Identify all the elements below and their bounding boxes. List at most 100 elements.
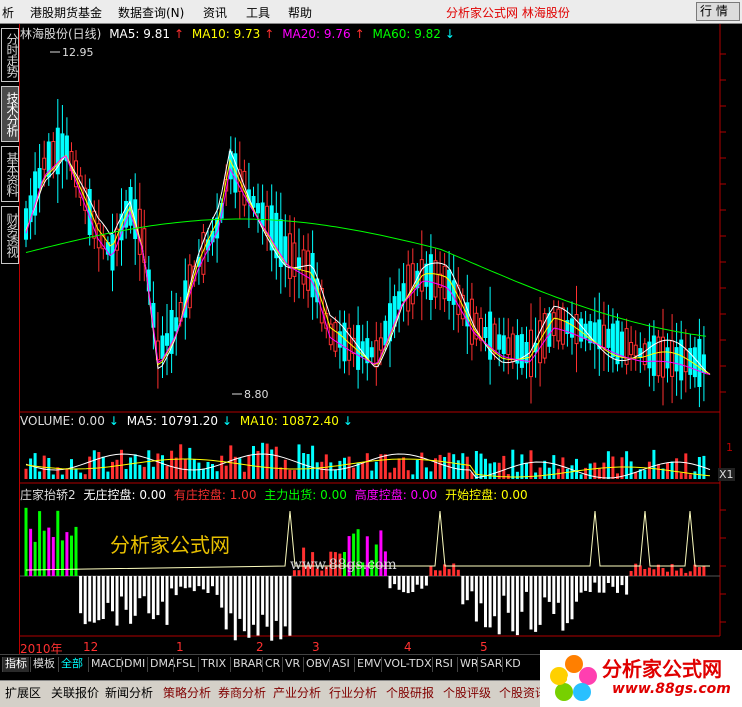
volume-bar [83, 474, 87, 479]
candle-body [378, 337, 383, 351]
site-logo: 分析家公式网 www.88gs.com [540, 650, 742, 707]
menu-item-analysis[interactable]: 析 [2, 4, 14, 21]
button-extension-area[interactable]: 扩展区 [2, 684, 44, 704]
menu-item-help[interactable]: 帮助 [288, 4, 312, 21]
volume-bar [111, 461, 114, 479]
tab-vr[interactable]: VR [282, 657, 302, 672]
tab-trix[interactable]: TRIX [198, 657, 228, 672]
indicator-bar [88, 576, 92, 622]
volume-bar [511, 449, 515, 479]
candle-body [601, 324, 606, 349]
menu-item-hk-futures-funds[interactable]: 港股期货基金 [30, 4, 102, 21]
tab-fundamentals[interactable]: 基本资料 [1, 146, 19, 202]
tab-sar[interactable]: SAR [477, 657, 504, 672]
stock-name-label: 林海股份(日线) [20, 27, 102, 41]
tab-intraday[interactable]: 分时走势 [1, 28, 19, 82]
button-related-quotes[interactable]: 关联报价 [48, 684, 102, 704]
volume-bar [520, 454, 524, 479]
tab-emv[interactable]: EMV [354, 657, 383, 672]
indicator-bar [38, 511, 42, 576]
button-industry-chain-analysis[interactable]: 产业分析 [270, 684, 324, 704]
indicator-bar [229, 576, 233, 614]
volume-bar [38, 471, 42, 479]
button-stock-research[interactable]: 个股研报 [383, 684, 437, 704]
tab-financials[interactable]: 财务透视 [1, 206, 19, 264]
volume-bar [670, 461, 674, 479]
volume-bar [429, 471, 433, 479]
indicator-bar [570, 576, 574, 620]
button-sector-analysis[interactable]: 行业分析 [326, 684, 380, 704]
indicator-bar [233, 576, 237, 641]
indicator-bar [151, 576, 155, 620]
indicator-bar [556, 576, 560, 603]
tab-obv[interactable]: OBV [303, 657, 331, 672]
volume-bar [179, 444, 183, 479]
candle-body [92, 210, 97, 239]
indicator-bar [502, 576, 506, 596]
window-brand-title: 分析家公式网 林海股份 [446, 6, 570, 20]
tab-fsl[interactable]: FSL [173, 657, 197, 672]
volume-bar [188, 447, 192, 479]
volume-bar [283, 459, 287, 479]
indicator-bar [197, 576, 201, 587]
candle-body [665, 347, 670, 369]
button-broker-analysis[interactable]: 券商分析 [215, 684, 269, 704]
tab-all[interactable]: 全部 [58, 657, 85, 672]
volume-bar [124, 469, 128, 479]
volume-bar [675, 458, 679, 479]
tab-kd[interactable]: KD [502, 657, 523, 672]
volume-bar [142, 466, 146, 479]
indicator-bar [474, 576, 478, 622]
indicator-bar [434, 570, 437, 576]
candle-body [42, 157, 47, 170]
volume-bar [561, 457, 565, 479]
volume-bar [402, 457, 406, 479]
candle-body [547, 313, 552, 347]
button-strategy-analysis[interactable]: 策略分析 [160, 684, 214, 704]
candle-body [606, 328, 611, 348]
indicator-bar [697, 567, 701, 576]
candle-body [624, 328, 629, 365]
volume-bar [447, 452, 451, 479]
quote-window-button[interactable]: 行 情 [696, 2, 740, 21]
tab-asi[interactable]: ASI [329, 657, 352, 672]
indicator-name: 庄家抬轿2 [20, 488, 76, 502]
indicator-bar [465, 576, 469, 601]
volume-bar [329, 462, 333, 479]
tab-brar[interactable]: BRAR [230, 657, 265, 672]
volume-bar [292, 470, 296, 479]
tab-dmi[interactable]: DMI [121, 657, 147, 672]
button-news-analysis[interactable]: 新闻分析 [102, 684, 156, 704]
indicator-bar [165, 576, 169, 625]
tab-vol-tdx[interactable]: VOL-TDX [381, 657, 434, 672]
volume-bar [647, 461, 651, 479]
indicator-bar [438, 570, 442, 576]
candle-body [383, 320, 388, 346]
button-stock-rating[interactable]: 个股评级 [440, 684, 494, 704]
menu-item-data-query[interactable]: 数据查询(N) [118, 4, 184, 21]
menu-item-tools[interactable]: 工具 [246, 4, 270, 21]
indicator-bar [92, 576, 96, 623]
watermark-url: www.88gs.com [290, 557, 397, 573]
volume-bar [151, 466, 155, 479]
menu-item-news[interactable]: 资讯 [203, 4, 227, 21]
ma10-label: MA10: 9.73 [191, 27, 261, 41]
tab-cr[interactable]: CR [262, 657, 282, 672]
date-axis-tick: 3 [312, 640, 320, 654]
tab-technical-analysis[interactable]: 技术分析 [1, 86, 19, 142]
volume-bar [256, 451, 260, 479]
candle-body [228, 151, 233, 180]
tab-rsi[interactable]: RSI [432, 657, 455, 672]
volume-bar [161, 455, 164, 479]
candle-body [306, 250, 311, 291]
candle-body [424, 263, 429, 287]
indicator-bar [702, 565, 706, 576]
tab-indicator[interactable]: 指标 [2, 657, 29, 672]
indicator-bar [183, 576, 187, 589]
tab-template[interactable]: 模板 [30, 657, 57, 672]
indicator-bar [529, 576, 533, 630]
indicator-bar [606, 576, 610, 583]
volume-bar [302, 453, 306, 479]
candle-body [519, 334, 524, 368]
candle-body [560, 307, 565, 345]
